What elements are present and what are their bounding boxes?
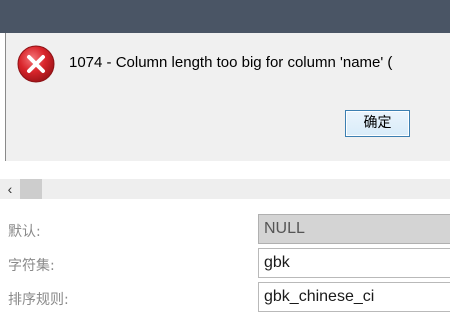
ok-button[interactable]: 确定 [345,110,410,137]
error-message: 1074 - Column length too big for column … [69,54,393,71]
collation-select[interactable]: gbk_chinese_ci [258,282,450,312]
form-row-collation: 排序规则: gbk_chinese_ci [0,282,450,312]
error-dialog: 1074 - Column length too big for column … [5,33,450,161]
default-label: 默认: [8,224,41,240]
collation-label: 排序规则: [8,292,69,308]
form-row-default: 默认: NULL [0,214,450,244]
error-icon [16,44,56,84]
charset-select[interactable]: gbk [258,248,450,278]
dialog-button-row: 确定 [6,103,450,161]
charset-label: 字符集: [8,258,55,274]
default-value-field[interactable]: NULL [258,214,450,244]
scroll-left-icon[interactable]: ‹ [3,181,17,197]
horizontal-scrollbar[interactable]: ‹ [0,179,450,199]
window-titlebar [0,0,450,33]
scroll-thumb[interactable] [20,179,42,199]
spacer [0,161,450,179]
form-row-charset: 字符集: gbk [0,248,450,278]
